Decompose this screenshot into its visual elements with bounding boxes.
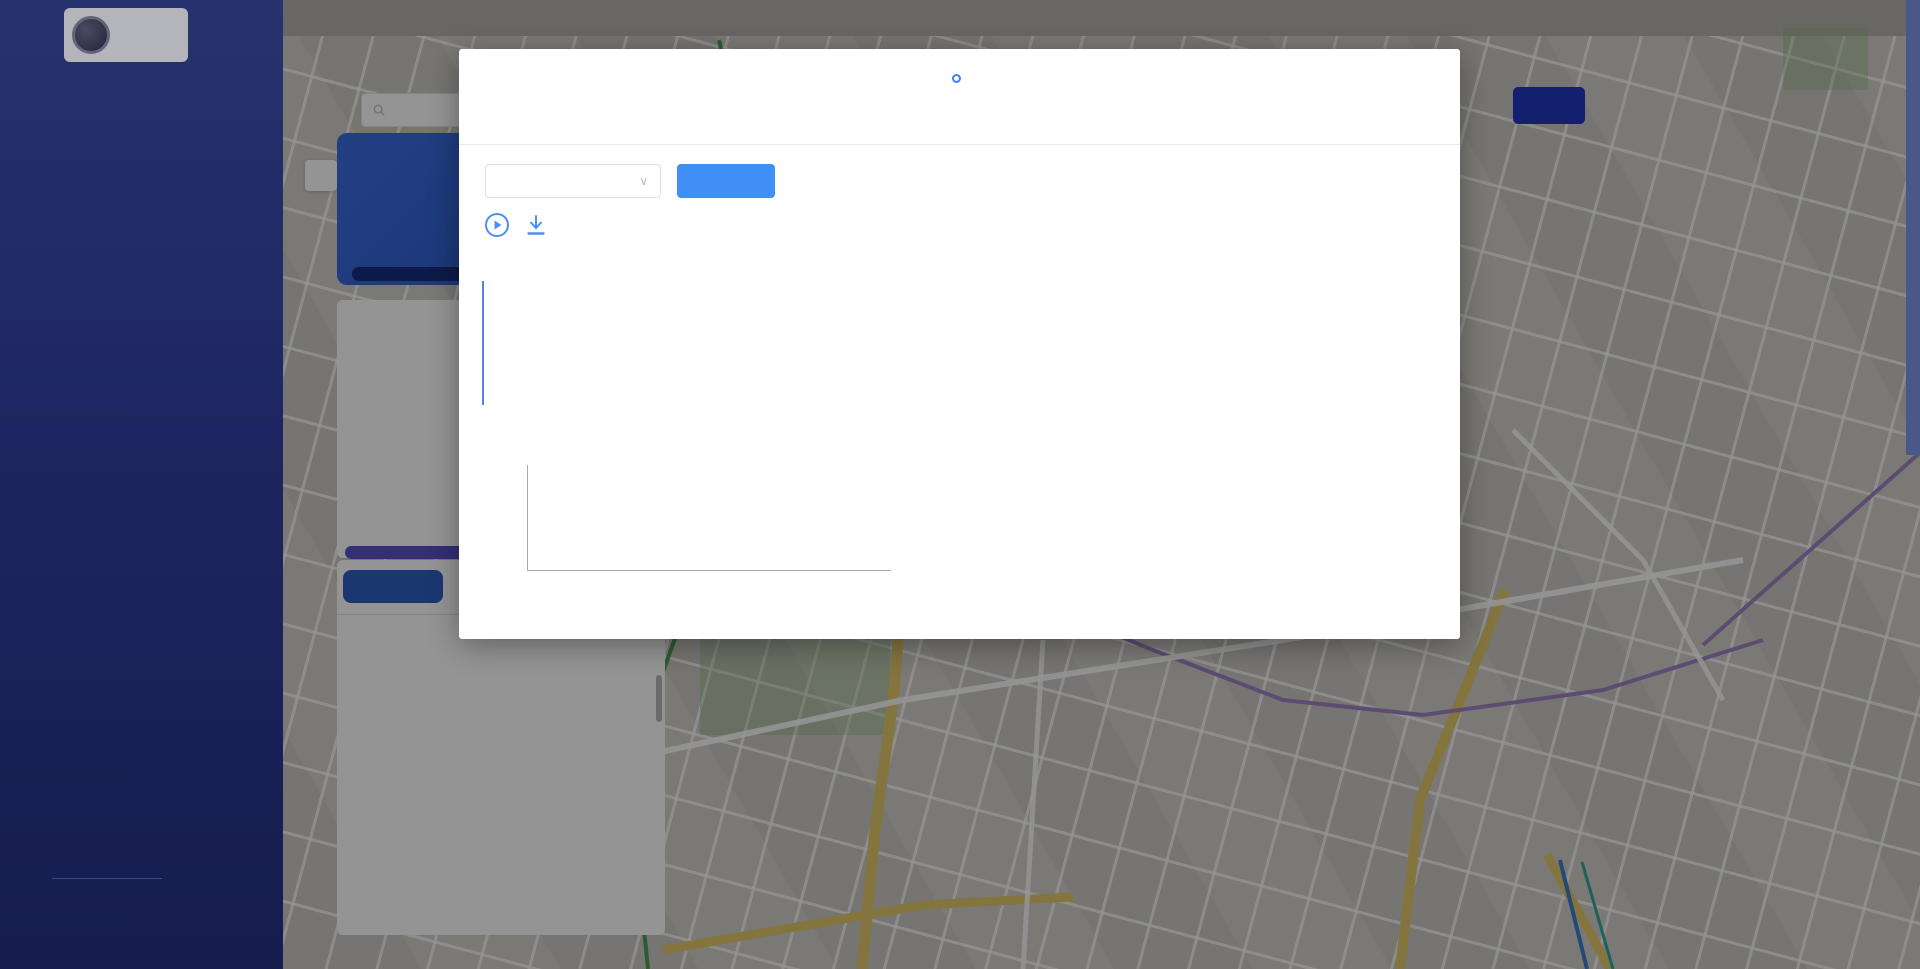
fetch-audio-button[interactable]	[677, 164, 775, 198]
sidebar	[0, 0, 283, 969]
spectrum-chart	[527, 465, 891, 571]
clock-divider	[52, 878, 162, 879]
fft-bar-chart	[1026, 272, 1396, 545]
waveform-logo-icon	[72, 16, 110, 54]
logo	[64, 8, 188, 62]
waveform-chart	[483, 278, 943, 410]
date-select[interactable]: ∨	[485, 164, 661, 198]
device-record-modal: ∨	[459, 49, 1460, 639]
play-audio-icon[interactable]	[484, 212, 510, 238]
modal-title	[459, 69, 1460, 87]
download-audio-icon[interactable]	[523, 212, 549, 238]
app-screen: ∨	[0, 0, 1920, 969]
chevron-down-icon: ∨	[639, 174, 648, 188]
record-circle-icon	[952, 74, 961, 83]
